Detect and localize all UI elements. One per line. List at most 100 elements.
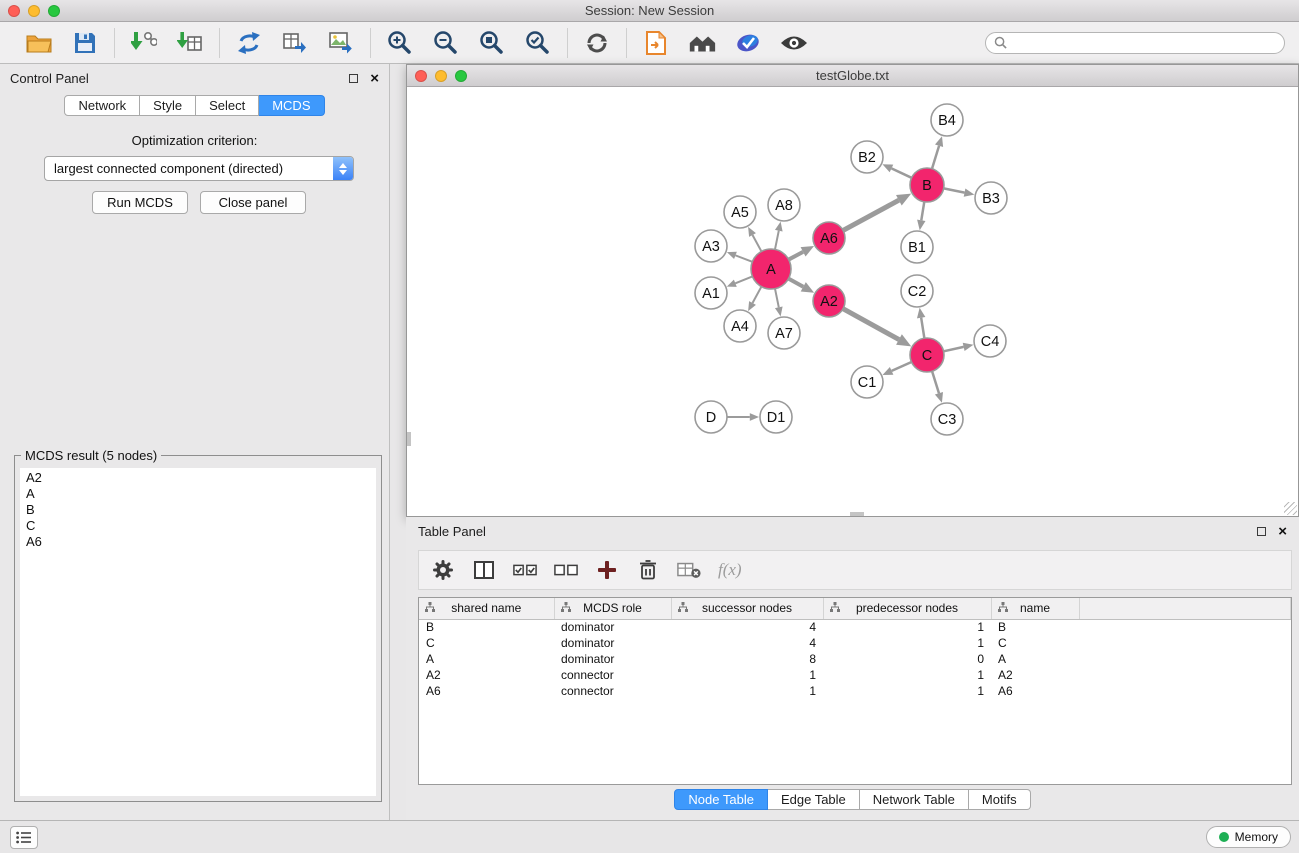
refresh-network-view-icon[interactable] [582,28,612,58]
network-edge-B-B4[interactable] [932,146,939,169]
close-window-button[interactable] [8,5,20,17]
memory-button[interactable]: Memory [1206,826,1291,848]
network-edge-A-A5[interactable] [753,235,762,251]
dropdown-stepper-icon[interactable] [333,157,353,180]
tab-node-table[interactable]: Node Table [674,789,768,810]
mcds-result-list[interactable]: A2ABCA6 [20,468,376,796]
tab-network-table[interactable]: Network Table [860,789,969,810]
network-node-A5[interactable]: A5 [724,196,756,228]
close-network-window-button[interactable] [415,70,427,82]
network-edge-A2-C[interactable] [843,309,899,340]
network-edge-A-A3[interactable] [735,255,752,261]
zoom-selected-icon[interactable] [523,28,553,58]
table-row[interactable]: Adominator80A [419,651,1291,667]
network-node-A8[interactable]: A8 [768,189,800,221]
table-cell[interactable]: dominator [554,651,671,667]
delete-table-icon[interactable] [677,558,701,582]
show-graphics-details-icon[interactable] [779,28,809,58]
mcds-result-item[interactable]: A [20,486,376,502]
tab-style[interactable]: Style [140,95,196,116]
deselect-all-rows-icon[interactable] [554,558,578,582]
canvas-scroll-thumb-horizontal[interactable] [850,512,864,516]
table-cell[interactable]: connector [554,667,671,683]
table-cell[interactable]: 1 [823,683,991,699]
apply-style-icon[interactable] [733,28,763,58]
close-table-panel-icon[interactable]: × [1278,527,1287,536]
save-session-icon[interactable] [70,28,100,58]
canvas-scroll-thumb-vertical[interactable] [407,432,411,446]
new-network-icon[interactable] [234,28,264,58]
column-header-shared-name[interactable]: shared name [419,598,554,619]
network-node-D1[interactable]: D1 [760,401,792,433]
network-canvas[interactable]: B4B2BB3A5A8A6A3B1AC2A1A2A4A7C4CC1C3DD1 [407,87,1298,516]
table-cell[interactable]: 1 [823,619,991,635]
table-cell[interactable]: dominator [554,619,671,635]
table-cell[interactable]: 1 [671,667,823,683]
column-header-predecessor-nodes[interactable]: predecessor nodes [823,598,991,619]
tab-network[interactable]: Network [64,95,140,116]
network-node-A7[interactable]: A7 [768,317,800,349]
network-node-B3[interactable]: B3 [975,182,1007,214]
network-node-A4[interactable]: A4 [724,310,756,342]
float-panel-icon[interactable] [349,74,358,83]
table-cell[interactable]: B [419,619,554,635]
table-cell[interactable]: A [991,651,1079,667]
network-edge-A-A4[interactable] [753,287,762,303]
show-column-icon[interactable] [472,558,496,582]
export-image-icon[interactable] [326,28,356,58]
table-cell[interactable]: B [991,619,1079,635]
network-node-B4[interactable]: B4 [931,104,963,136]
zoom-in-icon[interactable] [385,28,415,58]
minimize-window-button[interactable] [28,5,40,17]
mcds-result-item[interactable]: C [20,518,376,534]
table-row[interactable]: A6connector11A6 [419,683,1291,699]
tab-mcds[interactable]: MCDS [259,95,324,116]
show-panels-button[interactable] [10,826,38,849]
network-node-D[interactable]: D [695,401,727,433]
network-node-B1[interactable]: B1 [901,231,933,263]
column-header-mcds-role[interactable]: MCDS role [554,598,671,619]
node-table[interactable]: shared nameMCDS rolesuccessor nodesprede… [418,597,1292,785]
optimization-criterion-dropdown[interactable]: largest connected component (directed) [44,156,354,181]
table-cell[interactable]: 1 [823,635,991,651]
network-window-titlebar[interactable]: testGlobe.txt [407,65,1298,87]
minimize-network-window-button[interactable] [435,70,447,82]
import-network-from-file-icon[interactable] [129,28,159,58]
table-mode-icon[interactable] [431,558,455,582]
create-new-column-icon[interactable] [595,558,619,582]
close-panel-button[interactable]: Close panel [200,191,306,214]
network-node-C4[interactable]: C4 [974,325,1006,357]
network-edge-C-C2[interactable] [921,318,924,339]
mcds-result-item[interactable]: A6 [20,534,376,550]
network-edge-A-A7[interactable] [775,289,779,308]
select-all-rows-icon[interactable] [513,558,537,582]
table-cell[interactable]: C [991,635,1079,651]
table-cell[interactable]: 4 [671,635,823,651]
network-edge-C-C3[interactable] [932,371,939,393]
function-builder-icon[interactable]: f(x) [718,560,742,580]
network-node-B2[interactable]: B2 [851,141,883,173]
table-cell[interactable]: A6 [419,683,554,699]
table-row[interactable]: Bdominator41B [419,619,1291,635]
zoom-network-window-button[interactable] [455,70,467,82]
network-node-A3[interactable]: A3 [695,230,727,262]
network-node-A1[interactable]: A1 [695,277,727,309]
network-edge-A-A6[interactable] [789,252,803,260]
delete-columns-icon[interactable] [636,558,660,582]
network-edge-A-A2[interactable] [789,279,804,287]
float-table-panel-icon[interactable] [1257,527,1266,536]
zoom-fit-icon[interactable] [477,28,507,58]
mcds-result-item[interactable]: B [20,502,376,518]
table-row[interactable]: A2connector11A2 [419,667,1291,683]
network-edge-A-A8[interactable] [775,231,779,250]
table-cell[interactable]: A [419,651,554,667]
network-overview-icon[interactable] [687,28,717,58]
table-cell[interactable]: A2 [419,667,554,683]
network-node-C[interactable]: C [910,338,944,372]
network-edge-B-B3[interactable] [944,188,965,192]
table-cell[interactable]: 1 [671,683,823,699]
mcds-result-item[interactable]: A2 [20,470,376,486]
network-node-B[interactable]: B [910,168,944,202]
table-cell[interactable]: connector [554,683,671,699]
run-mcds-button[interactable]: Run MCDS [92,191,188,214]
